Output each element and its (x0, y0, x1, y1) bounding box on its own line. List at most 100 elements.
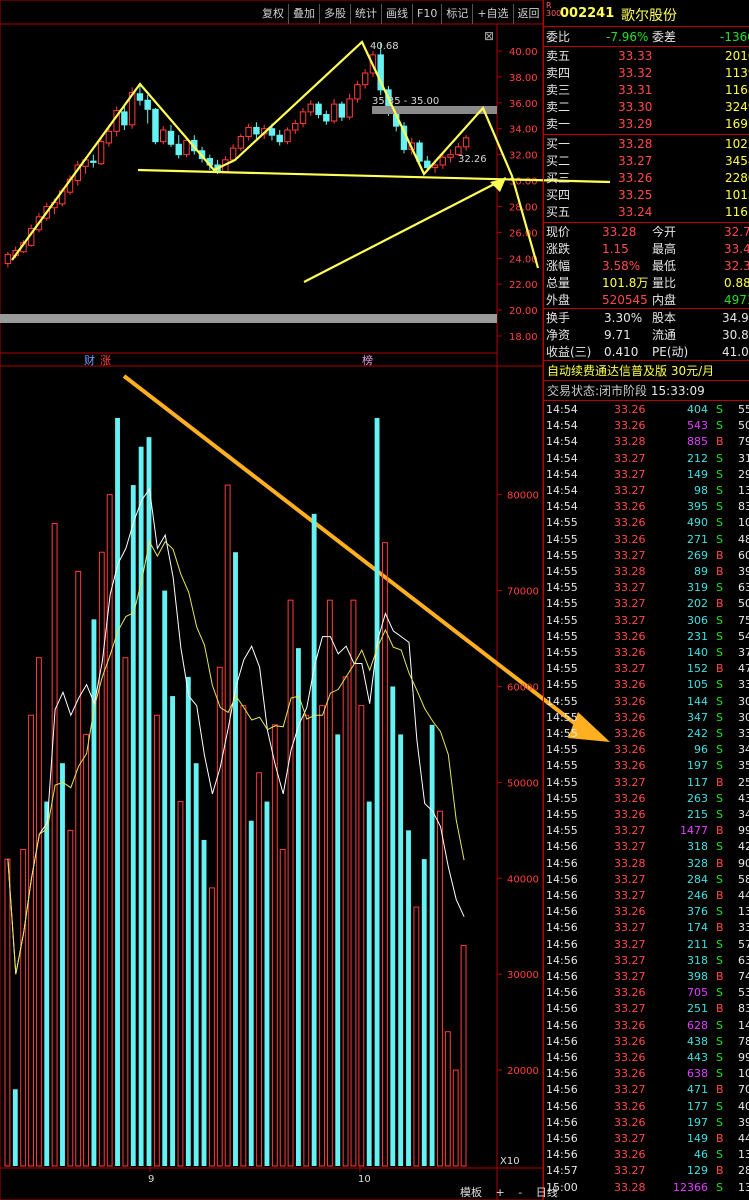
statistics-button[interactable]: 统计 (351, 4, 382, 24)
subscription-ad[interactable]: 自动续费通达信普及版 30元/月 (544, 362, 749, 380)
tick-row: 14:55 33.26 105 S 33 (544, 677, 749, 693)
tick-volume: 98 (694, 484, 708, 497)
volume-bar-up (303, 714, 310, 1167)
candle-body (90, 160, 97, 163)
tick-row: 14:55 33.27 319 S 63 (544, 580, 749, 596)
volume-bars[interactable] (4, 417, 467, 1167)
volume-bar-down (12, 1089, 18, 1166)
tick-price: 33.26 (614, 403, 646, 416)
overlay-button[interactable]: 叠加 (289, 4, 320, 24)
price-tick-label: 26.00 (509, 228, 538, 239)
tick-count: 39 (738, 565, 749, 578)
volume-bar-up (216, 666, 223, 1167)
stat-value: 101.8万 (602, 276, 649, 290)
period-tab[interactable]: 日线 (536, 1186, 558, 1199)
weicha-label: 委差 (652, 30, 677, 44)
tick-count: 58 (738, 872, 749, 886)
fund-label: 换手 (546, 311, 571, 325)
high-annotation: 40.68 (370, 41, 399, 52)
volume-bar-down (185, 676, 191, 1166)
volume-bar-down (421, 859, 427, 1166)
tick-row: 14:54 33.26 404 S 55 (544, 402, 749, 418)
tick-side: S (716, 1148, 723, 1162)
tick-volume: 140 (687, 646, 708, 659)
volume-bar-down (162, 590, 168, 1166)
volume-bar-up (51, 522, 58, 1167)
tick-volume: 347 (687, 710, 708, 724)
tick-side: S (716, 1051, 723, 1064)
volume-tick-label: 40000 (507, 874, 539, 885)
mark-button[interactable]: 标记 (442, 4, 474, 24)
ask-price: 33.31 (618, 83, 653, 97)
candle-body (361, 72, 369, 86)
tick-side: S (716, 451, 723, 465)
tick-count: 54 (738, 629, 749, 643)
tick-row: 14:54 33.26 543 S 50 (544, 418, 749, 434)
add-favorite-button[interactable]: +自选 (473, 4, 514, 24)
volume-bar-up (177, 801, 184, 1167)
tick-count: 50 (738, 419, 749, 433)
volume-bar-up (460, 944, 467, 1167)
price-tick-label: 32.00 (509, 151, 538, 162)
tick-count: 43 (738, 791, 749, 805)
add-tab[interactable]: + (496, 1186, 505, 1199)
candle-body (97, 141, 105, 165)
candle-body (183, 139, 190, 156)
tick-row: 14:56 33.26 705 S 53 (544, 985, 749, 1001)
tick-count: 57 (738, 937, 749, 951)
stock-code[interactable]: 002241 (560, 6, 614, 21)
tick-row: 14:55 33.26 144 S 30 (544, 694, 749, 710)
remove-tab[interactable]: - (518, 1186, 522, 1199)
tick-volume: 443 (687, 1051, 708, 1064)
tick-side: S (716, 840, 723, 854)
tick-volume: 197 (687, 1115, 708, 1129)
fund-value: 41.0 (722, 345, 749, 359)
restore-rights-button[interactable]: 复权 (258, 4, 289, 24)
tick-side: B (716, 775, 724, 789)
volume-bar-up (20, 849, 27, 1167)
tick-price: 33.26 (614, 629, 646, 643)
fund-label: 收益(三) (546, 345, 592, 359)
volume-bar-up (122, 657, 129, 1167)
tick-row: 14:54 33.28 885 B 79 (544, 434, 749, 450)
fund-value: 0.410 (604, 345, 639, 359)
multi-stock-button[interactable]: 多股 (320, 4, 351, 24)
volume-bar-down (201, 839, 207, 1166)
draw-line-button[interactable]: 画线 (382, 4, 413, 24)
marker-zhang: 涨 (100, 354, 111, 367)
tick-side: S (716, 953, 723, 967)
tick-price: 33.27 (614, 872, 646, 886)
tick-time: 14:55 (546, 597, 578, 611)
stat-label: 涨幅 (546, 259, 571, 273)
f10-button[interactable]: F10 (413, 4, 443, 24)
tick-time: 14:56 (546, 1051, 578, 1064)
template-tab[interactable]: 模板 (460, 1186, 482, 1199)
price-tick-label: 40.00 (509, 47, 538, 58)
tick-price: 33.27 (614, 662, 646, 676)
volume-bar-up (153, 714, 160, 1167)
bid-price: 33.25 (618, 188, 653, 202)
tick-count: 29 (738, 467, 749, 481)
stock-name[interactable]: 歌尔股份 (621, 5, 677, 25)
fund-value: 9.71 (604, 328, 631, 342)
tick-volume: 438 (687, 1034, 708, 1048)
volume-bar-up (381, 542, 388, 1167)
tick-time: 14:55 (546, 824, 578, 838)
tick-row: 14:55 33.26 263 S 43 (544, 791, 749, 807)
tick-price: 33.26 (614, 1034, 646, 1048)
tick-volume: 376 (687, 905, 708, 919)
back-button[interactable]: 返回 (514, 4, 544, 24)
tick-time: 14:56 (546, 1034, 578, 1048)
fund-value: 34.9亿 (722, 311, 749, 325)
volume-tick-label: 60000 (507, 682, 539, 693)
tick-volume: 398 (687, 970, 708, 983)
tick-row: 14:55 33.26 197 S 35 (544, 758, 749, 774)
candle-body (354, 84, 361, 100)
tick-side: S (716, 986, 723, 1000)
tick-price: 33.26 (614, 1018, 646, 1032)
stat-row: 总量 101.8万 量比 0.88 (544, 275, 749, 291)
tick-count: 33 (738, 678, 749, 692)
tick-row: 14:56 33.26 46 S 13 (544, 1147, 749, 1163)
candle-body (136, 93, 144, 101)
volume-tick-label: 30000 (507, 970, 539, 981)
